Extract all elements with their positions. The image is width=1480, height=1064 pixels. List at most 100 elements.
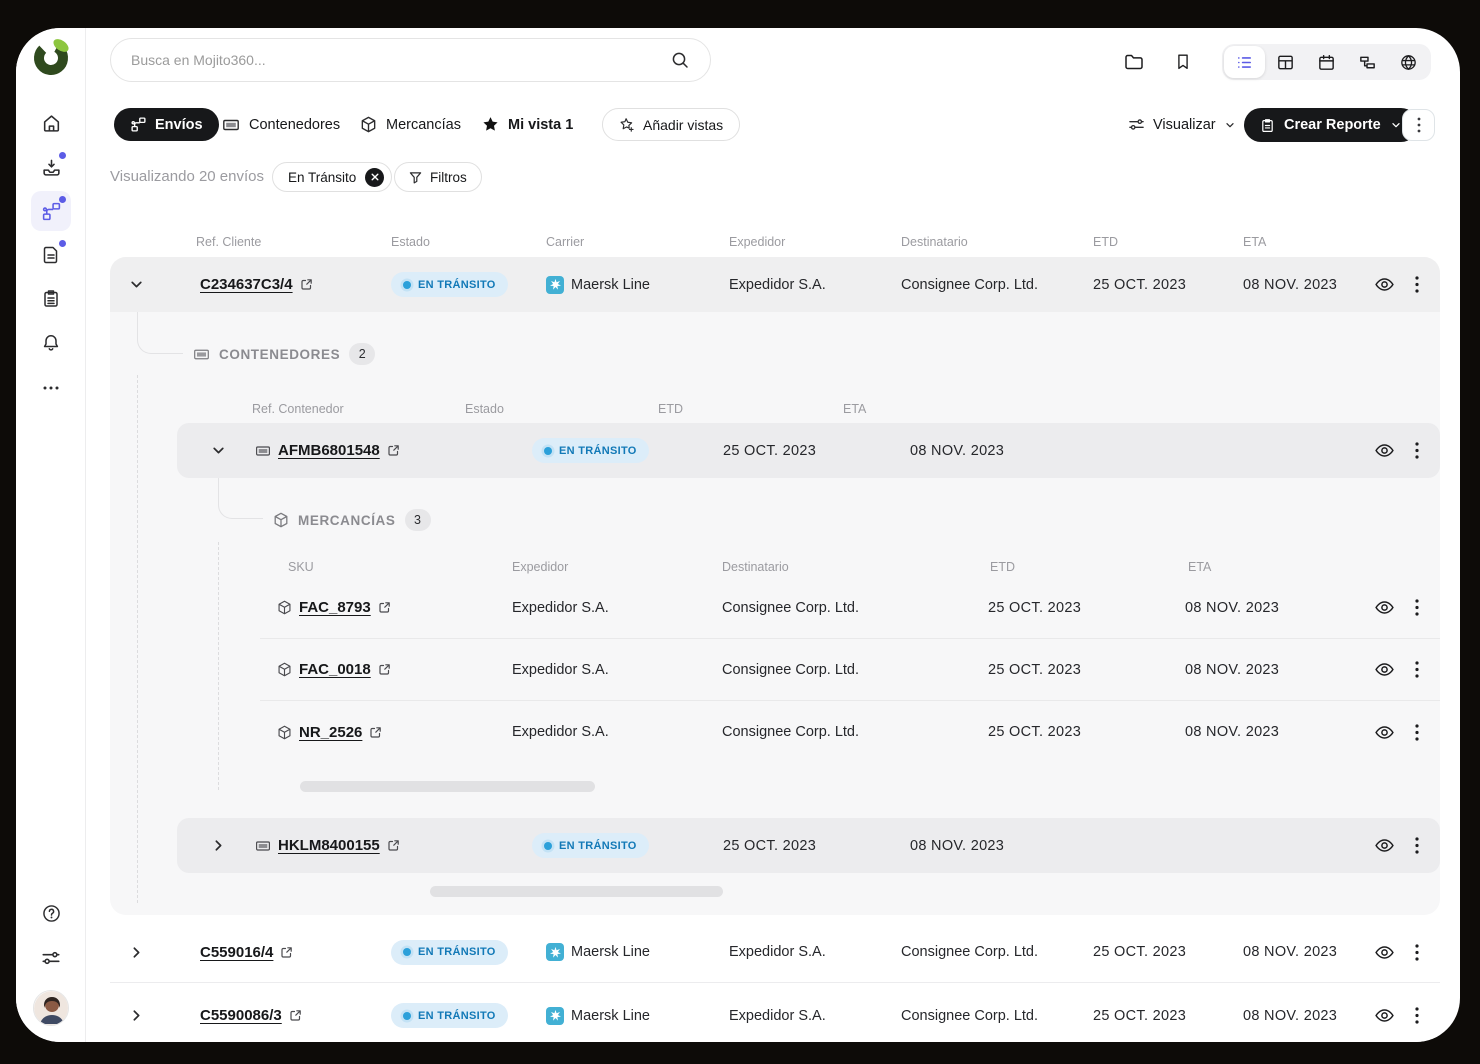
sku-link[interactable]: FAC_0018 <box>299 661 371 678</box>
view-details-button[interactable] <box>1369 701 1399 763</box>
external-link-icon[interactable] <box>387 444 400 457</box>
preferences-icon[interactable] <box>31 938 71 978</box>
search-box[interactable] <box>110 38 711 82</box>
etd: 25 OCT. 2023 <box>988 662 1081 678</box>
carrier-name: Maersk Line <box>571 944 650 960</box>
list-view-icon[interactable] <box>1224 46 1265 78</box>
search-icon[interactable] <box>670 50 690 70</box>
external-link-icon[interactable] <box>387 839 400 852</box>
table-view-icon[interactable] <box>1265 46 1306 78</box>
more-actions-button[interactable] <box>1402 109 1435 141</box>
sku-link[interactable]: NR_2526 <box>299 724 362 741</box>
horizontal-scrollbar[interactable] <box>430 886 723 897</box>
table-row[interactable]: C559016/4 EN TRÁNSITO Maersk Line Expedi… <box>110 922 1440 983</box>
eta: 08 NOV. 2023 <box>1185 724 1279 740</box>
row-menu-button[interactable] <box>1402 989 1432 1042</box>
external-link-icon[interactable] <box>369 726 382 739</box>
view-details-button[interactable] <box>1369 922 1399 982</box>
table-row[interactable]: HKLM8400155 EN TRÁNSITO 25 OCT. 2023 08 … <box>177 818 1440 873</box>
visualizar-label: Visualizar <box>1153 117 1216 133</box>
add-views-button[interactable]: Añadir vistas <box>602 108 740 141</box>
calendar-view-icon[interactable] <box>1306 46 1347 78</box>
sku-link[interactable]: FAC_8793 <box>299 599 371 616</box>
help-icon[interactable] <box>31 893 71 933</box>
status-dot <box>403 948 411 956</box>
expedidor: Expedidor S.A. <box>512 724 609 740</box>
view-details-button[interactable] <box>1369 577 1399 638</box>
visualizar-dropdown[interactable]: Visualizar <box>1128 108 1236 141</box>
view-details-button[interactable] <box>1369 989 1399 1042</box>
table-row[interactable]: FAC_0018 Expedidor S.A. Consignee Corp. … <box>260 639 1440 701</box>
tab-mercancias[interactable]: Mercancías <box>360 108 461 141</box>
table-row[interactable]: AFMB6801548 EN TRÁNSITO 25 OCT. 2023 08 … <box>177 423 1440 478</box>
status-dot <box>403 281 411 289</box>
active-filter-chip[interactable]: En Tránsito <box>272 162 392 192</box>
inbox-icon[interactable] <box>31 147 71 187</box>
tab-label: Contenedores <box>249 117 340 133</box>
document-icon[interactable] <box>31 235 71 275</box>
filters-button[interactable]: Filtros <box>394 162 482 192</box>
table-row[interactable]: C5590086/3 EN TRÁNSITO Maersk Line Exped… <box>110 989 1440 1042</box>
home-icon[interactable] <box>31 103 71 143</box>
external-link-icon[interactable] <box>378 601 391 614</box>
bell-icon[interactable] <box>31 323 71 363</box>
tab-contenedores[interactable]: Contenedores <box>222 108 340 141</box>
timeline-view-icon[interactable] <box>1347 46 1388 78</box>
shipment-ref-link[interactable]: C5590086/3 <box>200 1007 282 1024</box>
etd: 25 OCT. 2023 <box>1093 277 1186 293</box>
destinatario: Consignee Corp. Ltd. <box>722 662 859 678</box>
tab-mi-vista-1[interactable]: Mi vista 1 <box>482 108 573 141</box>
avatar[interactable] <box>33 990 69 1026</box>
expand-chevron-icon[interactable] <box>203 818 233 873</box>
tab-envios[interactable]: Envíos <box>114 108 219 141</box>
row-menu-button[interactable] <box>1402 922 1432 982</box>
expand-chevron-icon[interactable] <box>121 989 151 1042</box>
external-link-icon[interactable] <box>300 278 313 291</box>
table-row[interactable]: NR_2526 Expedidor S.A. Consignee Corp. L… <box>260 701 1440 763</box>
row-menu-button[interactable] <box>1402 423 1432 478</box>
filters-label: Filtros <box>430 170 467 185</box>
search-input[interactable] <box>131 52 660 68</box>
etd: 25 OCT. 2023 <box>988 600 1081 616</box>
shipments-icon[interactable] <box>31 191 71 231</box>
view-details-button[interactable] <box>1369 639 1399 700</box>
table-row[interactable]: FAC_8793 Expedidor S.A. Consignee Corp. … <box>260 577 1440 639</box>
add-views-label: Añadir vistas <box>643 117 723 133</box>
external-link-icon[interactable] <box>378 663 391 676</box>
table-row[interactable]: C234637C3/4 EN TRÁNSITO Maersk Line Expe… <box>110 257 1440 312</box>
globe-view-icon[interactable] <box>1388 46 1429 78</box>
collapse-chevron-icon[interactable] <box>203 423 233 478</box>
view-details-button[interactable] <box>1369 818 1399 873</box>
shipment-ref-link[interactable]: C559016/4 <box>200 944 273 961</box>
col-header: SKU <box>288 560 314 574</box>
close-icon[interactable] <box>365 168 384 187</box>
container-ref-link[interactable]: AFMB6801548 <box>278 442 380 459</box>
row-menu-button[interactable] <box>1402 257 1432 312</box>
crear-reporte-button[interactable]: Crear Reporte <box>1244 108 1418 142</box>
sidebar <box>16 28 86 1042</box>
collapse-chevron-icon[interactable] <box>121 257 151 312</box>
more-icon[interactable] <box>31 368 71 408</box>
shipment-ref-link[interactable]: C234637C3/4 <box>200 276 293 293</box>
col-header: Expedidor <box>729 235 785 249</box>
goods-icon <box>360 116 377 133</box>
external-link-icon[interactable] <box>280 946 293 959</box>
goods-icon <box>273 512 289 528</box>
destinatario: Consignee Corp. Ltd. <box>901 1008 1038 1024</box>
bookmark-icon[interactable] <box>1163 42 1203 82</box>
expand-chevron-icon[interactable] <box>121 922 151 982</box>
row-menu-button[interactable] <box>1402 701 1432 763</box>
chevron-down-icon <box>1224 119 1236 131</box>
external-link-icon[interactable] <box>289 1009 302 1022</box>
folder-icon[interactable] <box>1114 42 1154 82</box>
count-badge: 2 <box>349 343 375 365</box>
horizontal-scrollbar[interactable] <box>300 781 595 792</box>
clipboard-icon[interactable] <box>31 279 71 319</box>
container-ref-link[interactable]: HKLM8400155 <box>278 837 380 854</box>
row-menu-button[interactable] <box>1402 818 1432 873</box>
view-details-button[interactable] <box>1369 423 1399 478</box>
notification-dot <box>59 240 66 247</box>
row-menu-button[interactable] <box>1402 639 1432 700</box>
view-details-button[interactable] <box>1369 257 1399 312</box>
row-menu-button[interactable] <box>1402 577 1432 638</box>
